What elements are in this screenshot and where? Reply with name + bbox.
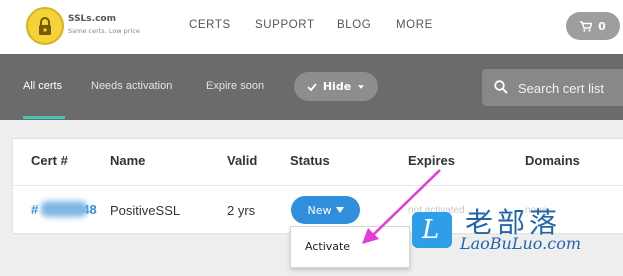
status-dropdown-button[interactable]: New	[291, 196, 360, 224]
status-dropdown-menu: Activate	[290, 226, 410, 268]
watermark-logo-letter: L	[422, 215, 440, 245]
column-header-status: Status	[290, 153, 330, 168]
column-header-expires: Expires	[408, 153, 455, 168]
cart-count: 0	[598, 19, 606, 33]
top-navbar: SSLs.com Same certs. Low price CERTS SUP…	[0, 0, 623, 54]
header-divider	[13, 185, 623, 186]
column-header-domains: Domains	[525, 153, 580, 168]
column-header-name: Name	[110, 153, 146, 168]
tab-all-certs[interactable]: All certs	[23, 80, 62, 92]
cart-button[interactable]: 0	[566, 12, 620, 40]
watermark-url: LaoBuLuo.com	[460, 234, 581, 253]
nav-support[interactable]: SUPPORT	[255, 19, 315, 31]
watermark-logo: L	[412, 212, 452, 248]
activate-menu-item[interactable]: Activate	[305, 240, 350, 253]
active-tab-indicator	[23, 116, 65, 119]
nav-more[interactable]: MORE	[396, 19, 433, 31]
hide-dropdown-button[interactable]: Hide	[294, 72, 378, 101]
cert-valid: 2 yrs	[227, 203, 256, 218]
checkmark-icon	[307, 82, 317, 91]
search-input[interactable]	[518, 77, 623, 99]
redacted-cert-number	[41, 201, 87, 217]
cart-icon	[580, 20, 593, 32]
brand-name[interactable]: SSLs.com	[68, 14, 116, 24]
hide-label: Hide	[322, 80, 352, 93]
column-header-cert-number: Cert #	[31, 153, 68, 168]
status-label: New	[307, 203, 332, 217]
brand-tagline: Same certs. Low price	[68, 27, 140, 35]
search-box[interactable]	[482, 69, 623, 106]
cert-name: PositiveSSL	[110, 203, 181, 218]
ssls-logo[interactable]	[26, 7, 64, 45]
cert-number-prefix: #	[31, 202, 39, 217]
caret-down-icon	[335, 207, 344, 213]
nav-blog[interactable]: BLOG	[337, 19, 371, 31]
nav-certs[interactable]: CERTS	[189, 19, 231, 31]
search-icon	[494, 80, 508, 94]
caret-down-icon	[358, 84, 365, 89]
column-header-valid: Valid	[227, 153, 258, 168]
lock-icon	[39, 17, 51, 35]
tab-needs-activation[interactable]: Needs activation	[91, 80, 172, 92]
tab-expire-soon[interactable]: Expire soon	[206, 80, 264, 92]
filter-bar: All certs Needs activation Expire soon H…	[0, 54, 623, 120]
